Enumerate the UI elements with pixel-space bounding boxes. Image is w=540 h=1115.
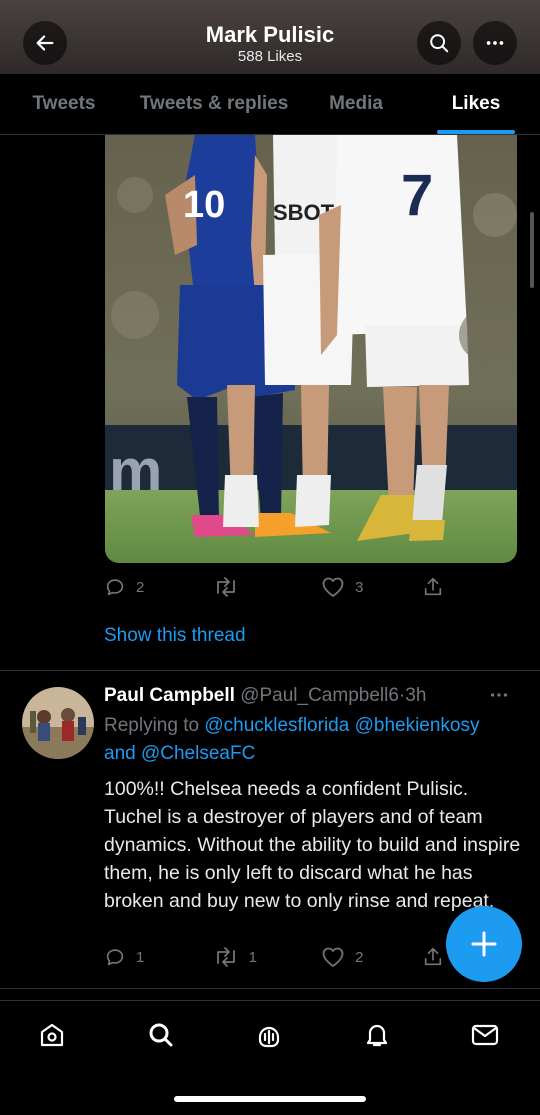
compose-plus-icon [471, 931, 497, 957]
heart-icon [322, 947, 344, 967]
retweet-icon [216, 577, 235, 597]
mention-link[interactable]: @ChelseaFC [141, 743, 255, 764]
reply-count: 2 [136, 578, 145, 596]
like-button[interactable]: 3 [321, 576, 422, 598]
tab-tweets-replies[interactable]: Tweets & replies [128, 74, 300, 134]
nav-notifications[interactable] [355, 1015, 399, 1055]
heart-icon [322, 577, 344, 597]
tab-likes[interactable]: Likes [412, 74, 540, 134]
notifications-icon [366, 1024, 388, 1047]
search-icon [430, 34, 449, 53]
retweet-button[interactable]: 1 [213, 946, 322, 968]
search-icon [149, 1023, 173, 1047]
messages-icon [471, 1024, 499, 1046]
tab-tweets[interactable]: Tweets [0, 74, 128, 134]
nav-messages[interactable] [463, 1015, 507, 1055]
tweet2-author-line: Paul Campbell @Paul_Campbell6·3h [104, 685, 426, 707]
tab-media[interactable]: Media [300, 74, 412, 134]
like-button[interactable]: 2 [321, 946, 422, 968]
author-handle[interactable]: @Paul_Campbell6 [240, 685, 399, 706]
tweet-time: 3h [405, 685, 427, 706]
active-tab-indicator [437, 130, 515, 134]
reply-button[interactable]: 1 [104, 946, 213, 968]
reply-count: 1 [136, 948, 145, 966]
spaces-icon [258, 1026, 280, 1048]
like-count: 3 [355, 578, 364, 596]
more-button[interactable] [473, 21, 517, 65]
tweet-media-image[interactable]: m 10 SBOT 7 [105, 135, 517, 563]
scrollbar[interactable] [530, 212, 534, 288]
retweet-icon [216, 947, 235, 967]
replying-to: Replying to @chucklesflorida @bhekienkos… [104, 715, 480, 764]
share-icon [424, 947, 442, 966]
tweet-text: 100%!! Chelsea needs a confident Pulisic… [104, 778, 521, 912]
profile-header: Mark Pulisic 588 Likes [0, 0, 540, 74]
avatar[interactable] [22, 687, 94, 759]
tweet-divider [0, 670, 540, 671]
tweet1-actions: 2 3 [104, 575, 444, 599]
reply-icon [106, 949, 124, 966]
author-name[interactable]: Paul Campbell [104, 685, 235, 706]
more-horizontal-icon [486, 41, 504, 45]
reply-button[interactable]: 2 [104, 576, 213, 598]
retweet-button[interactable] [213, 576, 322, 598]
reply-icon [106, 579, 124, 596]
football-photo: m 10 SBOT 7 [105, 135, 517, 563]
retweet-count: 1 [248, 948, 257, 966]
mention-link[interactable]: @chucklesflorida [204, 715, 349, 736]
tweet-more-button[interactable] [488, 686, 510, 709]
more-horizontal-icon [490, 693, 508, 697]
home-icon [40, 1023, 64, 1047]
jersey-number-10: 10 [183, 184, 225, 226]
share-icon [424, 577, 442, 596]
share-button[interactable] [422, 946, 444, 968]
share-button[interactable] [422, 576, 444, 598]
tweet2-actions: 1 1 2 [104, 945, 444, 969]
like-count: 2 [355, 948, 364, 966]
home-indicator[interactable] [174, 1096, 366, 1102]
nav-home[interactable] [30, 1015, 74, 1055]
show-thread-link[interactable]: Show this thread [104, 625, 246, 647]
avatar-image [22, 687, 94, 759]
tweet-divider [0, 988, 540, 989]
profile-tabs: Tweets Tweets & replies Media Likes [0, 74, 540, 135]
nav-spaces[interactable] [247, 1015, 291, 1055]
nav-search[interactable] [139, 1015, 183, 1055]
jersey-number-7: 7 [401, 163, 433, 228]
search-button[interactable] [417, 21, 461, 65]
mention-link[interactable]: @bhekienkosy [355, 715, 480, 736]
compose-button[interactable] [446, 906, 522, 982]
